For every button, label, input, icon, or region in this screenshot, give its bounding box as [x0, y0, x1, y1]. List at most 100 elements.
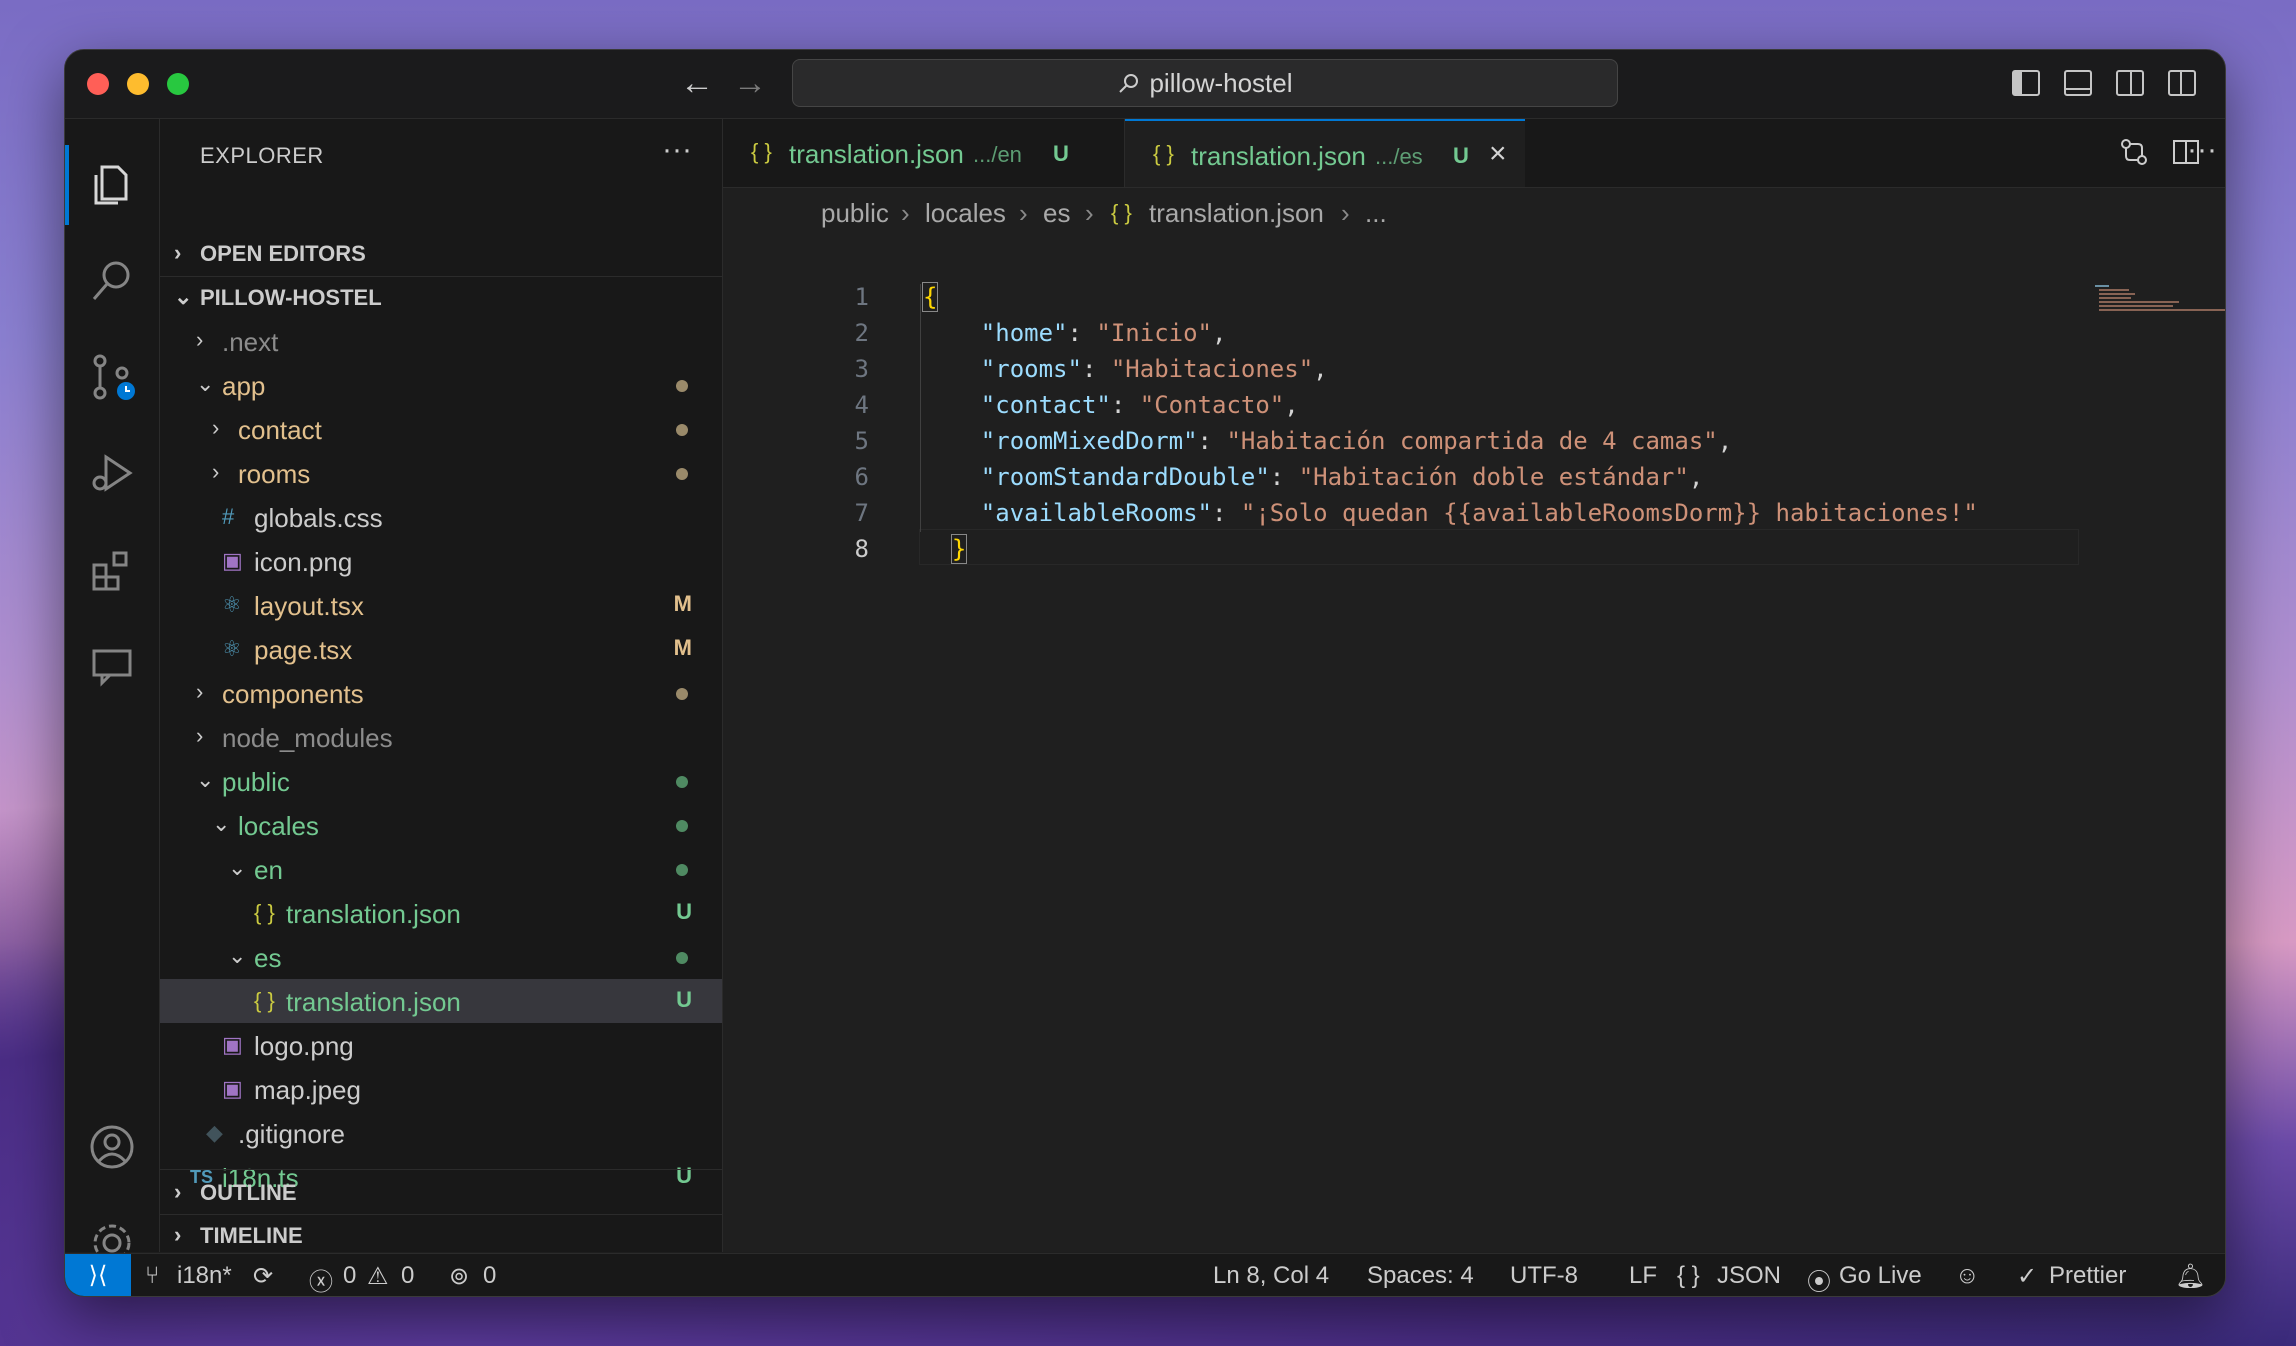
tab-translation-es[interactable]: { } translation.json .../es U ×	[1125, 119, 1525, 187]
line-number: 2	[854, 319, 869, 347]
copilot-icon[interactable]: ☺	[1955, 1262, 1980, 1290]
close-tab-icon[interactable]: ×	[1489, 137, 1507, 171]
tree-file[interactable]: { } translation.json U	[160, 979, 722, 1023]
customize-layout-icon[interactable]	[2168, 70, 2196, 96]
toggle-panel-icon[interactable]	[2064, 70, 2092, 96]
error-count[interactable]: 0	[343, 1262, 356, 1290]
check-all-icon: ✓	[2017, 1263, 2038, 1290]
chevron-right-icon: ›	[196, 723, 204, 748]
language-mode[interactable]: JSON	[1717, 1262, 1781, 1290]
line-number: 4	[854, 391, 869, 419]
code-token: "Habitación doble estándar"	[1298, 463, 1689, 491]
tree-folder[interactable]: ⌄ en	[160, 847, 722, 891]
command-center-search[interactable]: pillow-hostel	[792, 59, 1618, 107]
prettier-button[interactable]: Prettier	[2049, 1262, 2126, 1290]
remote-indicator-icon[interactable]: ⟩⟨	[65, 1254, 131, 1296]
code-line: 2 "home": "Inicio",	[723, 315, 2123, 351]
tree-folder[interactable]: › components	[160, 671, 722, 715]
timeline-section[interactable]: › TIMELINE	[160, 1213, 722, 1257]
chevron-down-icon: ⌄	[196, 371, 215, 396]
line-number: 1	[854, 283, 869, 311]
chevron-down-icon: ⌄	[212, 811, 231, 836]
tree-folder[interactable]: › contact	[160, 407, 722, 451]
outline-section[interactable]: › OUTLINE	[160, 1169, 722, 1214]
code-text: {	[921, 282, 939, 312]
editor-area: { } translation.json .../en U { } transl…	[723, 119, 2225, 1252]
tree-file[interactable]: ▣ logo.png	[160, 1023, 722, 1067]
warning-count[interactable]: 0	[401, 1262, 414, 1290]
tree-file[interactable]: ▣ icon.png	[160, 539, 722, 583]
search-icon[interactable]	[65, 241, 159, 321]
compare-changes-icon[interactable]	[2119, 137, 2149, 175]
tree-file[interactable]: ⚛ layout.tsx M	[160, 583, 722, 627]
git-status-dot	[676, 688, 688, 700]
code-token: "home"	[980, 319, 1068, 347]
project-section[interactable]: ⌄ PILLOW-HOSTEL	[160, 275, 722, 319]
tree-folder[interactable]: › .next	[160, 319, 722, 363]
encoding[interactable]: UTF-8	[1510, 1262, 1578, 1290]
line-number: 5	[854, 427, 869, 455]
code-token: :	[1211, 499, 1241, 527]
more-actions-icon[interactable]: ···	[2187, 133, 2217, 167]
code-line: 4 "contact": "Contacto",	[723, 387, 2123, 423]
notifications-bell-icon[interactable]: 🔔︎	[2175, 1262, 2205, 1291]
code-text: "home": "Inicio",	[923, 319, 1227, 347]
code-token: :	[1269, 463, 1299, 491]
tree-folder[interactable]: ⌄ public	[160, 759, 722, 803]
breadcrumb-item-file[interactable]: translation.json	[1149, 198, 1324, 229]
arrow-right-icon[interactable]: →	[733, 64, 767, 103]
ports-count[interactable]: 0	[483, 1262, 496, 1290]
more-actions-icon[interactable]: ···	[662, 133, 692, 167]
file-type-icon: ▣	[222, 1032, 243, 1057]
code-token: :	[1081, 355, 1111, 383]
chevron-down-icon: ⌄	[228, 943, 247, 968]
cursor-position[interactable]: Ln 8, Col 4	[1213, 1262, 1329, 1290]
toggle-primary-sidebar-icon[interactable]	[2012, 70, 2040, 96]
explorer-icon[interactable]	[65, 145, 159, 225]
source-control-icon[interactable]	[65, 337, 159, 417]
chevron-right-icon: ›	[174, 240, 182, 265]
remote-explorer-icon[interactable]	[65, 625, 159, 705]
git-status-dot	[676, 776, 688, 788]
minimap[interactable]	[2093, 283, 2226, 313]
breadcrumb-item-public[interactable]: public	[821, 198, 889, 229]
tree-folder[interactable]: ⌄ es	[160, 935, 722, 979]
tree-folder[interactable]: › node_modules	[160, 715, 722, 759]
breadcrumb-item-symbol[interactable]: ...	[1365, 198, 1387, 229]
sync-icon[interactable]: ⟳	[253, 1262, 273, 1291]
tab-translation-en[interactable]: { } translation.json .../en U	[723, 119, 1125, 187]
ports-icon: ⊚	[449, 1263, 470, 1290]
code-token: "contact"	[980, 391, 1111, 419]
close-window-button[interactable]	[87, 73, 109, 95]
extensions-icon[interactable]	[65, 529, 159, 609]
tree-file[interactable]: { } translation.json U	[160, 891, 722, 935]
chevron-right-icon: ›	[1341, 198, 1350, 228]
breadcrumb-item-locales[interactable]: locales	[925, 198, 1006, 229]
go-live-button[interactable]: Go Live	[1839, 1262, 1922, 1290]
tree-file[interactable]: ◆ .gitignore	[160, 1111, 722, 1155]
maximize-window-button[interactable]	[167, 73, 189, 95]
error-icon: ⓧ	[309, 1269, 333, 1296]
breadcrumb-item-es[interactable]: es	[1043, 198, 1070, 229]
minimize-window-button[interactable]	[127, 73, 149, 95]
tree-file[interactable]: ▣ map.jpeg	[160, 1067, 722, 1111]
git-status-dot	[676, 864, 688, 876]
tree-folder[interactable]: › rooms	[160, 451, 722, 495]
code-token: "roomStandardDouble"	[980, 463, 1270, 491]
end-of-line[interactable]: LF	[1629, 1262, 1657, 1290]
tree-folder[interactable]: ⌄ locales	[160, 803, 722, 847]
run-debug-icon[interactable]	[65, 433, 159, 513]
tree-file[interactable]: # globals.css	[160, 495, 722, 539]
arrow-left-icon[interactable]: ←	[680, 64, 714, 103]
chevron-right-icon: ›	[1019, 198, 1028, 228]
account-icon[interactable]	[65, 1107, 159, 1187]
tree-folder[interactable]: ⌄ app	[160, 363, 722, 407]
git-status-badge: U	[676, 987, 692, 1012]
toggle-secondary-sidebar-icon[interactable]	[2116, 70, 2144, 96]
git-status-badge: M	[673, 591, 692, 616]
tree-file[interactable]: ⚛ page.tsx M	[160, 627, 722, 671]
open-editors-section[interactable]: › OPEN EDITORS	[160, 231, 722, 275]
branch-name[interactable]: i18n*	[177, 1262, 232, 1290]
indentation[interactable]: Spaces: 4	[1367, 1262, 1474, 1290]
